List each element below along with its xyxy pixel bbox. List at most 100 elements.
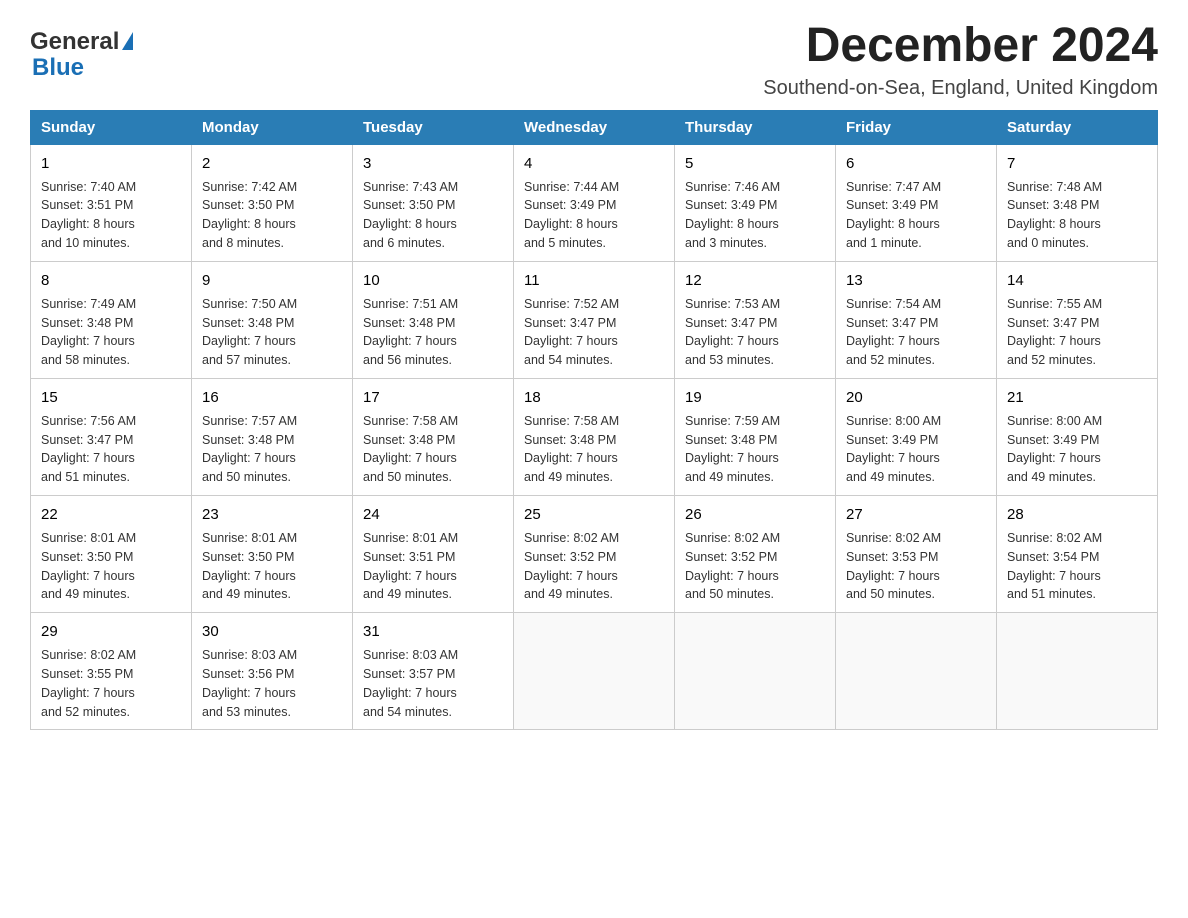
calendar-week-row: 22Sunrise: 8:01 AMSunset: 3:50 PMDayligh… <box>31 496 1158 613</box>
day-daylight2: and 49 minutes. <box>846 470 935 484</box>
calendar-week-row: 15 Sunrise: 7:56 AM Sunset: 3:47 PM Dayligh… <box>31 379 1158 496</box>
calendar-cell: 15Sunrise: 7:56 AMSunset: 3:47 PMDayligh… <box>31 379 192 496</box>
day-sunrise: Sunrise: 7:57 AM <box>202 414 297 428</box>
day-sunrise: Sunrise: 7:58 AM <box>363 414 458 428</box>
day-daylight2: and 10 minutes. <box>41 236 130 250</box>
day-number: 8 <box>41 270 181 292</box>
day-sunset: Sunset: 3:48 PM <box>685 433 777 447</box>
calendar-cell: 20Sunrise: 8:00 AMSunset: 3:49 PMDayligh… <box>836 379 997 496</box>
logo-general-text: General <box>30 28 119 56</box>
day-daylight2: and 50 minutes. <box>685 587 774 601</box>
day-sunset: Sunset: 3:49 PM <box>1007 433 1099 447</box>
day-number: 15 <box>41 387 181 409</box>
calendar-cell: 24Sunrise: 8:01 AMSunset: 3:51 PMDayligh… <box>353 496 514 613</box>
calendar-cell: 21 Sunrise: 8:00 AM Sunset: 3:49 PM Dayligh… <box>997 379 1158 496</box>
calendar-cell: 29Sunrise: 8:02 AMSunset: 3:55 PMDayligh… <box>31 613 192 730</box>
day-daylight: Daylight: 7 hours <box>685 451 779 465</box>
calendar-week-row: 29Sunrise: 8:02 AMSunset: 3:55 PMDayligh… <box>31 613 1158 730</box>
calendar-cell: 1Sunrise: 7:40 AMSunset: 3:51 PMDaylight… <box>31 144 192 261</box>
day-sunrise: Sunrise: 7:56 AM <box>41 414 136 428</box>
day-sunrise: Sunrise: 7:43 AM <box>363 180 458 194</box>
day-daylight2: and 1 minute. <box>846 236 922 250</box>
day-sunset: Sunset: 3:55 PM <box>41 667 133 681</box>
day-sunset: Sunset: 3:47 PM <box>846 316 938 330</box>
logo: General Blue <box>30 28 133 82</box>
calendar-cell: 16Sunrise: 7:57 AMSunset: 3:48 PMDayligh… <box>192 379 353 496</box>
day-daylight: Daylight: 7 hours <box>846 334 940 348</box>
day-sunrise: Sunrise: 7:50 AM <box>202 297 297 311</box>
day-daylight: Daylight: 7 hours <box>685 334 779 348</box>
calendar-header-friday: Friday <box>836 110 997 144</box>
day-daylight2: and 57 minutes. <box>202 353 291 367</box>
day-sunrise: Sunrise: 7:46 AM <box>685 180 780 194</box>
day-daylight: Daylight: 7 hours <box>41 686 135 700</box>
day-sunrise: Sunrise: 7:59 AM <box>685 414 780 428</box>
calendar-cell: 28Sunrise: 8:02 AMSunset: 3:54 PMDayligh… <box>997 496 1158 613</box>
day-daylight2: and 58 minutes. <box>41 353 130 367</box>
day-daylight: Daylight: 7 hours <box>202 451 296 465</box>
logo-blue-text: Blue <box>30 54 84 82</box>
day-daylight: Daylight: 7 hours <box>363 686 457 700</box>
day-daylight2: and 50 minutes. <box>202 470 291 484</box>
day-number: 14 <box>1007 270 1147 292</box>
day-sunrise: Sunrise: 8:02 AM <box>685 531 780 545</box>
day-number: 23 <box>202 504 342 526</box>
day-daylight2: and 52 minutes. <box>41 705 130 719</box>
day-daylight: Daylight: 7 hours <box>202 686 296 700</box>
day-sunset: Sunset: 3:50 PM <box>202 198 294 212</box>
calendar-cell: 3Sunrise: 7:43 AMSunset: 3:50 PMDaylight… <box>353 144 514 261</box>
day-daylight: Daylight: 7 hours <box>1007 334 1101 348</box>
calendar-cell: 30Sunrise: 8:03 AMSunset: 3:56 PMDayligh… <box>192 613 353 730</box>
day-sunrise: Sunrise: 8:03 AM <box>363 648 458 662</box>
calendar-cell <box>997 613 1158 730</box>
calendar-cell: 12Sunrise: 7:53 AMSunset: 3:47 PMDayligh… <box>675 261 836 378</box>
calendar-cell: 31Sunrise: 8:03 AMSunset: 3:57 PMDayligh… <box>353 613 514 730</box>
day-sunrise: Sunrise: 7:40 AM <box>41 180 136 194</box>
calendar-header-thursday: Thursday <box>675 110 836 144</box>
day-daylight: Daylight: 7 hours <box>41 569 135 583</box>
day-daylight2: and 49 minutes. <box>685 470 774 484</box>
day-daylight2: and 50 minutes. <box>846 587 935 601</box>
day-sunrise: Sunrise: 7:52 AM <box>524 297 619 311</box>
day-sunset: Sunset: 3:49 PM <box>846 198 938 212</box>
day-daylight2: and 49 minutes. <box>202 587 291 601</box>
day-sunrise: Sunrise: 8:02 AM <box>1007 531 1102 545</box>
day-sunset: Sunset: 3:47 PM <box>1007 316 1099 330</box>
month-year-title: December 2024 <box>763 20 1158 73</box>
day-sunset: Sunset: 3:47 PM <box>41 433 133 447</box>
day-daylight: Daylight: 7 hours <box>1007 451 1101 465</box>
day-number: 5 <box>685 153 825 175</box>
day-number: 13 <box>846 270 986 292</box>
day-daylight: Daylight: 8 hours <box>685 217 779 231</box>
day-sunrise: Sunrise: 7:58 AM <box>524 414 619 428</box>
day-daylight: Daylight: 7 hours <box>363 334 457 348</box>
day-number: 11 <box>524 270 664 292</box>
day-daylight2: and 51 minutes. <box>41 470 130 484</box>
day-sunset: Sunset: 3:48 PM <box>202 433 294 447</box>
day-daylight: Daylight: 8 hours <box>846 217 940 231</box>
day-daylight2: and 6 minutes. <box>363 236 445 250</box>
day-sunset: Sunset: 3:54 PM <box>1007 550 1099 564</box>
day-number: 21 <box>1007 387 1147 409</box>
day-sunset: Sunset: 3:50 PM <box>363 198 455 212</box>
day-sunrise: Sunrise: 7:49 AM <box>41 297 136 311</box>
day-sunrise: Sunrise: 7:54 AM <box>846 297 941 311</box>
day-sunset: Sunset: 3:53 PM <box>846 550 938 564</box>
day-daylight2: and 52 minutes. <box>1007 353 1096 367</box>
day-daylight: Daylight: 7 hours <box>524 334 618 348</box>
calendar-header-tuesday: Tuesday <box>353 110 514 144</box>
day-daylight2: and 53 minutes. <box>202 705 291 719</box>
day-sunset: Sunset: 3:49 PM <box>846 433 938 447</box>
calendar-cell: 13 Sunrise: 7:54 AM Sunset: 3:47 PM Dayligh… <box>836 261 997 378</box>
day-daylight2: and 49 minutes. <box>363 587 452 601</box>
day-daylight: Daylight: 7 hours <box>202 334 296 348</box>
day-sunrise: Sunrise: 8:02 AM <box>41 648 136 662</box>
day-sunrise: Sunrise: 8:00 AM <box>1007 414 1102 428</box>
day-daylight: Daylight: 7 hours <box>524 569 618 583</box>
day-sunset: Sunset: 3:51 PM <box>41 198 133 212</box>
day-sunrise: Sunrise: 7:53 AM <box>685 297 780 311</box>
day-number: 31 <box>363 621 503 643</box>
day-sunset: Sunset: 3:52 PM <box>685 550 777 564</box>
day-number: 4 <box>524 153 664 175</box>
day-sunset: Sunset: 3:56 PM <box>202 667 294 681</box>
